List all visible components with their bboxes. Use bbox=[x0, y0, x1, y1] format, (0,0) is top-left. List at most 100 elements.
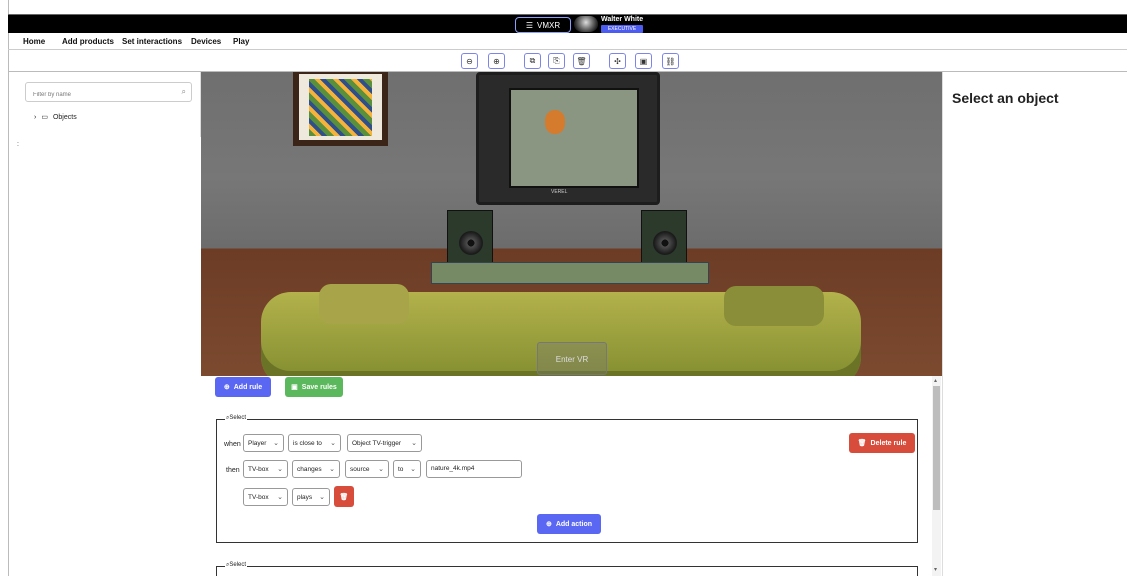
right-speaker[interactable] bbox=[641, 210, 687, 266]
enter-vr-button[interactable]: Enter VR bbox=[537, 342, 607, 375]
brand-label: VMXR bbox=[537, 20, 561, 30]
action1-verb-select[interactable]: changes ⌄ bbox=[292, 460, 340, 478]
tree-item-objects[interactable]: › ▭ Objects bbox=[34, 113, 77, 122]
arrow-left-circle-icon: ⊖ bbox=[466, 56, 473, 66]
filter-box: ⌕ bbox=[25, 82, 192, 104]
sofa-right-arm bbox=[724, 286, 824, 326]
action1-property-value: source bbox=[350, 465, 370, 473]
left-speaker[interactable] bbox=[447, 210, 493, 266]
rule-card-2: ⌕Select bbox=[216, 562, 918, 576]
frame-left-border bbox=[8, 0, 9, 576]
add-rule-label: Add rule bbox=[233, 383, 263, 391]
3d-scene-viewport[interactable]: VEREL Enter VR bbox=[201, 72, 942, 376]
ungroup-button[interactable]: ⛓ bbox=[662, 53, 679, 69]
trash-icon: 🗑 bbox=[857, 440, 867, 447]
add-rule-button[interactable]: ⊕ Add rule bbox=[215, 377, 271, 397]
undo-button[interactable]: ⊖ bbox=[461, 53, 478, 69]
save-icon: ▣ bbox=[291, 384, 298, 391]
delete-rule-button[interactable]: 🗑 Delete rule bbox=[849, 433, 915, 453]
tree-item-label: Objects bbox=[52, 113, 77, 121]
avatar[interactable] bbox=[574, 16, 598, 32]
condition-value: is close to bbox=[293, 439, 322, 447]
tv-object[interactable]: VEREL bbox=[476, 72, 660, 205]
main-menu-button[interactable]: ☰ VMXR bbox=[515, 17, 571, 33]
add-action-button[interactable]: ⊕ Add action bbox=[537, 514, 601, 534]
chevron-down-icon: ⌄ bbox=[273, 440, 279, 447]
when-subject-value: Player bbox=[248, 439, 267, 447]
move-button[interactable]: ✣ bbox=[609, 53, 626, 69]
trigger-object-select[interactable]: Object TV-trigger ⌄ bbox=[347, 434, 422, 452]
user-name: Walter White bbox=[601, 16, 644, 23]
user-role-badge: EXECUTIVE bbox=[601, 25, 643, 33]
action2-subject-value: TV-box bbox=[248, 493, 269, 501]
copy-icon: ⧉ bbox=[529, 56, 536, 65]
nav-add-products[interactable]: Add products bbox=[62, 37, 114, 46]
move-icon: ✣ bbox=[614, 56, 621, 66]
tv-brand-label: VEREL bbox=[551, 189, 568, 195]
tv-stand[interactable] bbox=[431, 262, 709, 284]
action1-value-input[interactable]: nature_4k.mp4 bbox=[426, 460, 522, 478]
chevron-down-icon: ⌄ bbox=[319, 494, 325, 501]
nav-set-interactions[interactable]: Set interactions bbox=[122, 37, 182, 46]
add-action-label: Add action bbox=[555, 520, 593, 528]
nav-devices[interactable]: Devices bbox=[191, 37, 221, 46]
save-rules-label: Save rules bbox=[301, 383, 337, 391]
condition-select[interactable]: is close to ⌄ bbox=[288, 434, 341, 452]
rules-panel: ⊕ Add rule ▣ Save rules ⌕Select when Pla… bbox=[201, 376, 942, 576]
app-frame: ☰ VMXR Walter White EXECUTIVE Home Add p… bbox=[0, 0, 1127, 576]
sofa-left-arm bbox=[319, 284, 409, 324]
nav-play[interactable]: Play bbox=[233, 37, 249, 46]
arrow-right-circle-icon: ⊕ bbox=[493, 56, 500, 66]
plus-circle-icon: ⊕ bbox=[545, 521, 552, 528]
action2-verb-select[interactable]: plays ⌄ bbox=[292, 488, 330, 506]
delete-object-button[interactable]: 🗑 bbox=[573, 53, 590, 69]
when-subject-select[interactable]: Player ⌄ bbox=[243, 434, 284, 452]
painting-artwork bbox=[309, 79, 372, 136]
right-panel-title: Select an object bbox=[952, 90, 1059, 106]
action1-subject-value: TV-box bbox=[248, 465, 269, 473]
rule-legend: ⌕Select bbox=[225, 415, 248, 422]
action1-to-value: to bbox=[398, 465, 404, 473]
group-button[interactable]: ▣ bbox=[635, 53, 652, 69]
trash-icon: 🗑 bbox=[576, 56, 587, 66]
action2-subject-select[interactable]: TV-box ⌄ bbox=[243, 488, 288, 506]
chevron-down-icon: ⌄ bbox=[277, 466, 283, 473]
speaker-cone bbox=[459, 231, 483, 255]
ungroup-icon: ⛓ bbox=[665, 56, 676, 66]
top-header: ☰ VMXR Walter White EXECUTIVE bbox=[8, 14, 1127, 33]
delete-action-button[interactable]: 🗑 bbox=[334, 486, 354, 507]
rule-legend-label: Select bbox=[229, 415, 247, 421]
speaker-cone bbox=[653, 231, 677, 255]
rule-card: ⌕Select when Player ⌄ is close to ⌄ Object… bbox=[216, 415, 918, 543]
scroll-thumb[interactable] bbox=[933, 386, 940, 510]
rule-legend-label: Select bbox=[229, 562, 247, 568]
scroll-down-icon[interactable]: ▾ bbox=[934, 566, 937, 573]
when-label: when bbox=[224, 441, 241, 448]
chevron-down-icon: ⌄ bbox=[329, 466, 335, 473]
scene-right-border bbox=[942, 72, 943, 576]
action1-property-select[interactable]: source ⌄ bbox=[345, 460, 389, 478]
then-label: then bbox=[226, 467, 240, 474]
action2-verb-value: plays bbox=[297, 493, 313, 501]
delete-rule-label: Delete rule bbox=[870, 439, 907, 447]
sidebar-separator-text: : bbox=[17, 141, 19, 148]
copy-button[interactable]: ⧉ bbox=[524, 53, 541, 69]
chevron-down-icon: ⌄ bbox=[330, 440, 336, 447]
object-sidebar: ⌕ › ▭ Objects bbox=[17, 72, 201, 137]
filter-input[interactable] bbox=[26, 86, 166, 104]
save-rules-button[interactable]: ▣ Save rules bbox=[285, 377, 343, 397]
search-icon: ⌕ bbox=[181, 87, 186, 96]
nav-home[interactable]: Home bbox=[23, 37, 45, 46]
bird-image bbox=[545, 110, 565, 134]
redo-button[interactable]: ⊕ bbox=[488, 53, 505, 69]
group-icon: ▣ bbox=[639, 56, 648, 66]
action1-verb-value: changes bbox=[297, 465, 322, 473]
tv-screen bbox=[509, 88, 639, 188]
paste-button[interactable]: ⎘ bbox=[548, 53, 565, 69]
scroll-up-icon[interactable]: ▴ bbox=[934, 377, 937, 384]
rules-scrollbar[interactable]: ▴ ▾ bbox=[932, 376, 941, 576]
action1-subject-select[interactable]: TV-box ⌄ bbox=[243, 460, 288, 478]
chevron-down-icon: ⌄ bbox=[277, 494, 283, 501]
chevron-down-icon: ⌄ bbox=[378, 466, 384, 473]
action1-to-select[interactable]: to ⌄ bbox=[393, 460, 421, 478]
